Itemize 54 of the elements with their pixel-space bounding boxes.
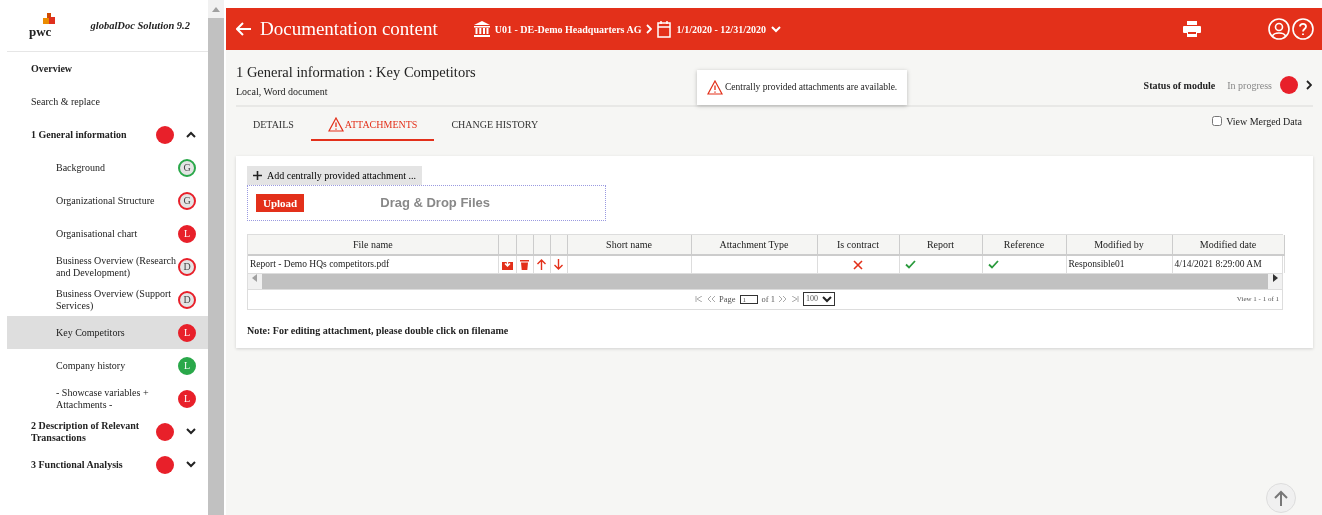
drop-zone[interactable]: Upload Drag & Drop Files <box>247 184 606 221</box>
page-size-select[interactable]: 100 <box>803 292 835 307</box>
tab[interactable]: DETAILS <box>236 108 311 141</box>
page-label: Page <box>719 292 736 306</box>
nav-item[interactable]: Overview <box>7 52 208 85</box>
nav-item[interactable]: Key Competitors <box>56 326 178 339</box>
table-cell[interactable]: Report - Demo HQs competitors.pdf <box>248 254 498 273</box>
column-header[interactable]: Modified date <box>1172 234 1284 255</box>
column-header[interactable]: Report <box>899 234 982 255</box>
nav-item[interactable]: Company history <box>56 359 178 372</box>
nav-item[interactable]: - Showcase variables + Attachments - <box>56 387 178 410</box>
nav-item[interactable]: Organizational Structure <box>56 194 178 207</box>
column-header[interactable]: Short name <box>567 234 691 255</box>
nav-item[interactable]: Background <box>56 161 178 174</box>
status-badge: L <box>178 389 196 408</box>
product-name: globalDoc Solution 9.2 <box>90 18 190 33</box>
entity-selector[interactable]: U01 - DE-Demo Headquarters AG <box>494 21 642 37</box>
tab[interactable]: CHANGE HISTORY <box>434 108 556 141</box>
status-badge: G <box>178 158 196 177</box>
column-header[interactable]: File name <box>248 234 498 255</box>
section-label[interactable]: 2 Description of Relevant Transactions <box>31 420 156 443</box>
column-header[interactable]: Modified by <box>1066 234 1172 255</box>
drop-zone-text: Drag & Drop Files <box>380 194 491 212</box>
nav-item[interactable]: Search & replace <box>7 85 208 118</box>
section-label[interactable]: 3 Functional Analysis <box>31 458 156 471</box>
status-value: In progress <box>1227 78 1272 93</box>
note-text: Note: For editing attachment, please double click on filename <box>247 323 510 338</box>
status-badge: D <box>178 290 196 309</box>
status-badge: L <box>178 323 196 342</box>
column-header[interactable]: Is contract <box>817 234 899 255</box>
checkbox-label[interactable]: View Merged Data <box>1226 113 1302 129</box>
nav-item[interactable]: Business Overview (Research and Development) <box>56 255 178 278</box>
column-header[interactable]: Reference <box>982 234 1066 255</box>
nav-item[interactable]: Organisational chart <box>56 227 178 240</box>
status-badge: L <box>178 224 196 243</box>
tab[interactable]: ATTACHMENTS <box>310 108 435 141</box>
page-title: 1 General information : Key Competitors <box>236 63 476 82</box>
table-cell: 4/14/2021 8:29:00 AM <box>1172 254 1284 273</box>
status-label: Status of module <box>1143 78 1216 93</box>
status-badge: D <box>178 257 196 276</box>
page-subtitle: Local, Word document <box>236 84 329 99</box>
add-attachment-button[interactable]: Add centrally provided attachment ... <box>247 165 423 185</box>
back-button[interactable]: Documentation content <box>236 14 438 44</box>
notice-text: Centrally provided attachments are available. <box>725 81 898 95</box>
page-count: of 1 <box>761 292 775 306</box>
period-selector[interactable]: 1/1/2020 - 12/31/2020 <box>676 21 766 37</box>
logo: pwc <box>29 25 52 38</box>
section-label[interactable]: 1 General information <box>31 128 156 141</box>
nav-item[interactable]: Business Overview (Support Services) <box>56 288 178 311</box>
table-cell: Responsible01 <box>1066 254 1172 273</box>
status-badge: G <box>178 191 196 210</box>
status-badge: L <box>178 356 196 375</box>
upload-button[interactable]: Upload <box>256 193 305 212</box>
column-header[interactable]: Attachment Type <box>691 234 817 255</box>
